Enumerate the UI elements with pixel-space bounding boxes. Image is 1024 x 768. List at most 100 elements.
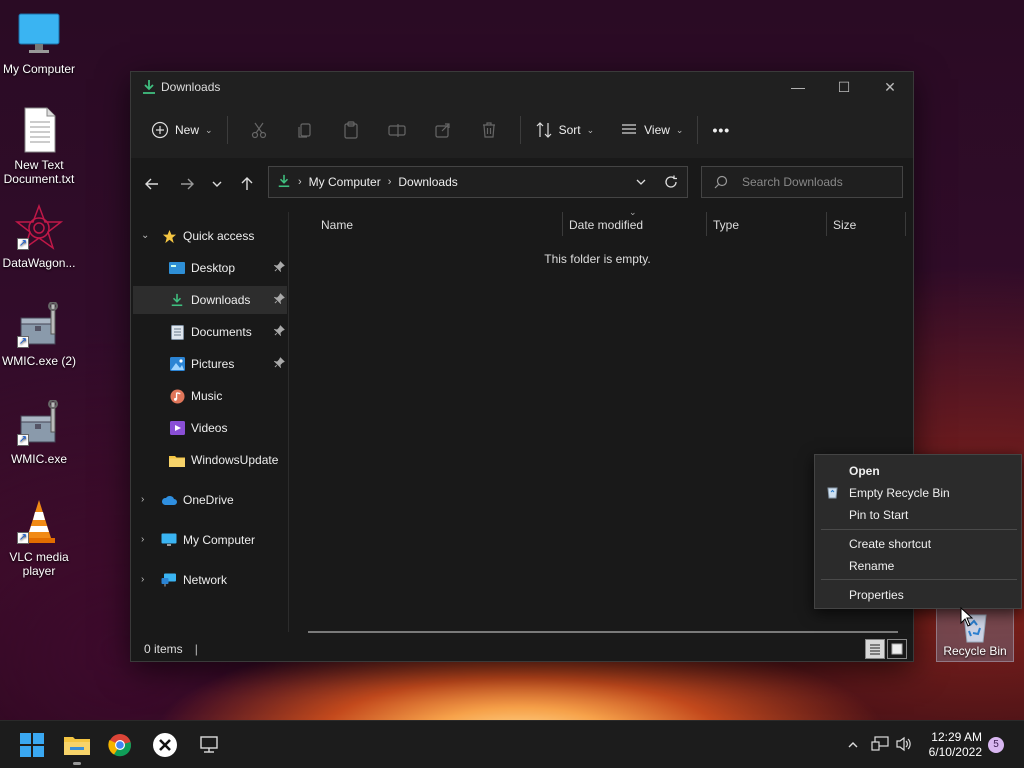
desktop-icon-wmic-2[interactable]: ↗ WMIC.exe (2)	[0, 301, 78, 368]
taskbar-remote-desktop[interactable]	[189, 729, 229, 761]
command-bar: New ⌄ Sort ⌄ View ⌄ •••	[131, 102, 913, 158]
desktop-icon-new-text-document[interactable]: New Text Document.txt	[0, 106, 78, 186]
view-button[interactable]: View ⌄	[614, 114, 689, 146]
refresh-button[interactable]	[664, 175, 678, 192]
clipboard-icon	[343, 121, 358, 139]
recent-locations-button[interactable]	[202, 169, 232, 199]
cut-button[interactable]	[236, 114, 282, 146]
toolbar-divider	[697, 116, 699, 144]
sidebar-item-desktop[interactable]: Desktop	[133, 254, 287, 282]
system-tray	[843, 721, 913, 768]
desktop-icon-vlc[interactable]: ↗ VLC media player	[0, 498, 78, 578]
notification-badge[interactable]: 5	[988, 737, 1004, 753]
horizontal-scrollbar[interactable]	[308, 631, 898, 633]
taskbar-chrome[interactable]	[100, 729, 140, 761]
breadcrumb-separator-icon: ›	[387, 176, 392, 188]
pin-icon[interactable]	[273, 293, 285, 307]
volume-button[interactable]	[895, 736, 913, 755]
rename-button[interactable]	[374, 114, 420, 146]
copy-button[interactable]	[282, 114, 328, 146]
column-label: Type	[713, 218, 740, 232]
desktop-icon-my-computer[interactable]: My Computer	[0, 10, 78, 76]
column-header-name[interactable]: Name	[321, 212, 561, 238]
context-menu-pin-to-start[interactable]: Pin to Start	[849, 508, 908, 522]
context-menu-open[interactable]: Open	[849, 464, 880, 478]
desktop-icon-label: My Computer	[2, 62, 76, 76]
breadcrumb-my-computer[interactable]: My Computer	[309, 175, 381, 189]
desktop-icon-wmic[interactable]: ↗ WMIC.exe	[0, 399, 78, 466]
view-lines-icon	[622, 124, 637, 134]
column-label: Name	[321, 218, 354, 232]
title-bar[interactable]: Downloads — ☐ ✕	[131, 72, 913, 102]
pin-icon[interactable]	[273, 325, 285, 339]
breadcrumb-separator-icon: ›	[298, 176, 302, 188]
clock[interactable]: 12:29 AM 6/10/2022	[929, 730, 982, 760]
taskbar-app-x[interactable]	[145, 729, 185, 761]
share-button[interactable]	[420, 114, 466, 146]
column-header-type[interactable]: Type	[713, 212, 825, 238]
column-header-size[interactable]: Size	[833, 212, 903, 238]
column-divider[interactable]	[706, 212, 707, 236]
desktop-icon-datawagon[interactable]: ↗ DataWagon...	[0, 203, 78, 270]
paste-button[interactable]	[328, 114, 374, 146]
sidebar-item-onedrive[interactable]: OneDrive	[133, 486, 287, 514]
back-button[interactable]	[137, 169, 167, 199]
sidebar-item-label: OneDrive	[183, 493, 234, 507]
chevron-down-icon: ⌄	[205, 124, 213, 135]
view-label: View	[644, 123, 670, 137]
sidebar-item-label: Desktop	[191, 261, 236, 275]
sidebar-item-windowsupdate[interactable]: WindowsUpdate	[133, 446, 287, 474]
context-menu-empty-recycle-bin[interactable]: Empty Recycle Bin	[849, 486, 950, 500]
network-status-button[interactable]	[871, 735, 889, 755]
sidebar-item-pictures[interactable]: Pictures	[133, 350, 287, 378]
forward-button[interactable]	[172, 169, 202, 199]
maximize-button[interactable]: ☐	[821, 72, 867, 102]
sidebar-item-videos[interactable]: Videos	[133, 414, 287, 442]
shortcut-arrow-icon: ↗	[17, 434, 29, 446]
arrow-left-icon	[145, 178, 158, 190]
taskbar-file-explorer[interactable]	[57, 729, 97, 765]
vlc-cone-icon: ↗	[15, 498, 63, 546]
sort-button[interactable]: Sort ⌄	[529, 114, 601, 146]
sidebar-item-my-computer[interactable]: My Computer	[133, 526, 287, 554]
delete-button[interactable]	[466, 114, 512, 146]
context-menu-properties[interactable]: Properties	[849, 588, 904, 602]
mouse-cursor-icon	[960, 607, 974, 627]
start-button[interactable]	[12, 729, 52, 761]
sidebar-item-music[interactable]: Music	[133, 382, 287, 410]
view-toggle-group	[865, 639, 907, 659]
column-header-date-modified[interactable]: Date modified	[569, 212, 705, 238]
new-button[interactable]: New ⌄	[145, 114, 219, 146]
desktop-icon-recycle-bin[interactable]: Recycle Bin	[936, 606, 1014, 662]
sidebar-item-documents[interactable]: Documents	[133, 318, 287, 346]
minimize-button[interactable]: —	[775, 72, 821, 102]
pin-icon[interactable]	[273, 357, 285, 371]
more-options-icon: •••	[712, 122, 731, 138]
address-bar[interactable]: › My Computer › Downloads	[268, 166, 688, 198]
sidebar-item-label: Quick access	[183, 229, 255, 243]
show-hidden-icons-button[interactable]	[843, 739, 863, 751]
sidebar-item-quick-access[interactable]: Quick access	[133, 222, 287, 250]
close-button[interactable]: ✕	[867, 72, 913, 102]
search-box[interactable]: Search Downloads	[701, 166, 903, 198]
sidebar-item-network[interactable]: Network	[133, 566, 287, 594]
cloud-icon	[161, 492, 177, 508]
address-dropdown-button[interactable]	[635, 176, 647, 191]
sidebar-item-label: Documents	[191, 325, 252, 339]
details-view-button[interactable]	[865, 639, 885, 659]
large-icons-view-button[interactable]	[887, 639, 907, 659]
column-divider[interactable]	[826, 212, 827, 236]
context-menu-create-shortcut[interactable]: Create shortcut	[849, 537, 931, 551]
breadcrumb-downloads[interactable]: Downloads	[398, 175, 457, 189]
status-bar: 0 items |	[131, 637, 913, 661]
rename-icon	[387, 124, 406, 137]
column-divider[interactable]	[905, 212, 906, 236]
context-menu-rename[interactable]: Rename	[849, 559, 894, 573]
up-button[interactable]	[232, 169, 262, 199]
datawagon-icon: ↗	[14, 203, 64, 252]
sidebar-item-downloads[interactable]: Downloads	[133, 286, 287, 314]
pin-icon[interactable]	[273, 261, 285, 275]
more-options-button[interactable]: •••	[706, 114, 736, 146]
column-divider[interactable]	[562, 212, 563, 236]
download-icon	[277, 174, 291, 191]
